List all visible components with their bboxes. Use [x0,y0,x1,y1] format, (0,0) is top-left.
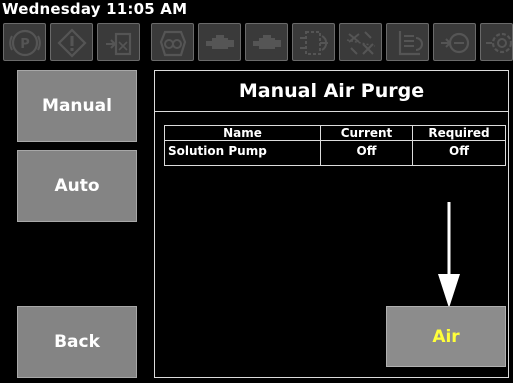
manual-button[interactable]: Manual [17,70,137,142]
water-heater-icon[interactable] [386,23,429,61]
pointer-arrow-icon [438,202,460,308]
auto-button[interactable]: Auto [17,150,137,222]
back-button[interactable]: Back [17,306,137,378]
solution-tank-icon[interactable] [97,23,140,61]
blower-icon[interactable] [339,23,382,61]
date-time: Wednesday 11:05 AM [2,0,188,18]
column-header-current: Current [320,125,413,141]
svg-text:P: P [20,37,30,52]
row-required: Off [412,140,506,166]
engine-alt-icon[interactable] [245,23,288,61]
table-row[interactable]: Solution Pump Off Off [164,140,506,166]
engine-icon[interactable] [198,23,241,61]
chemical-pump-icon[interactable] [480,23,513,61]
page-title: Manual Air Purge [154,70,509,112]
purge-table: Name Current Required Solution Pump Off … [164,125,506,166]
column-header-name: Name [164,125,321,141]
row-name: Solution Pump [164,140,321,166]
warning-icon[interactable] [50,23,93,61]
column-header-required: Required [412,125,506,141]
parking-brake-icon[interactable]: P [3,23,46,61]
row-current: Off [320,140,413,166]
air-button[interactable]: Air [386,306,506,367]
status-icon-bar: P [0,20,513,64]
pump-icon[interactable] [433,23,476,61]
table-header-row: Name Current Required [164,125,506,141]
vacuum-pump-icon[interactable] [151,23,194,61]
heat-exchanger-icon[interactable] [292,23,335,61]
